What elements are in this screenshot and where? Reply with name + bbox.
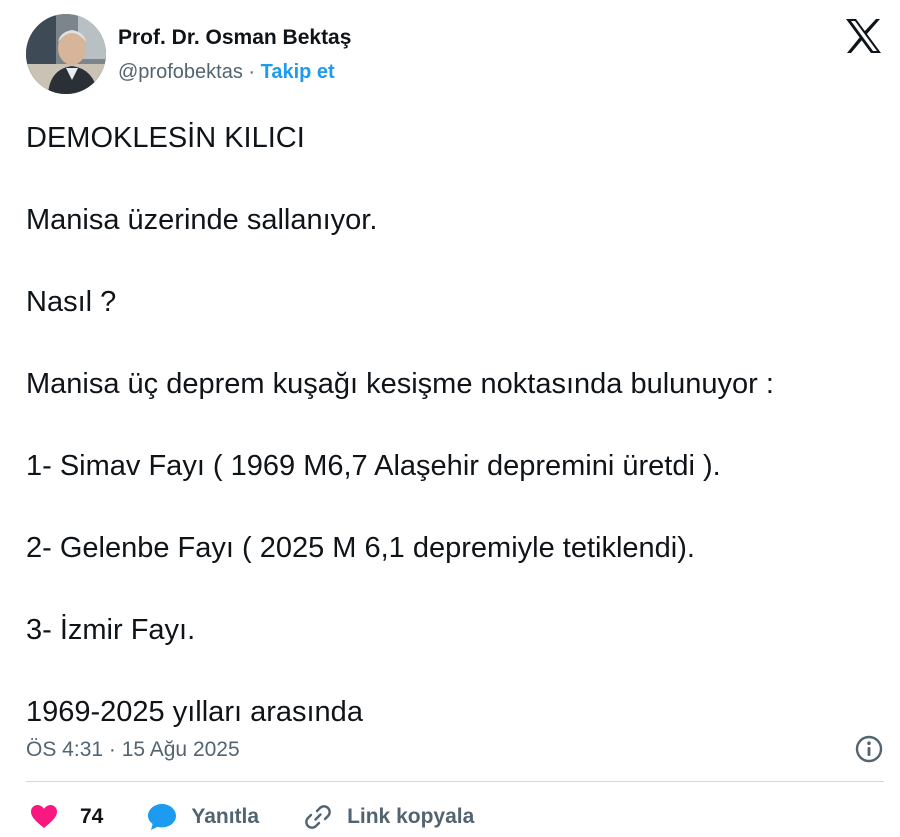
follow-button[interactable]: Takip et bbox=[261, 61, 335, 83]
avatar-photo bbox=[26, 14, 106, 94]
separator-dot: · bbox=[242, 61, 261, 83]
copy-link-button[interactable]: Link kopyala bbox=[303, 802, 474, 832]
avatar[interactable] bbox=[26, 14, 106, 94]
tweet-paragraph: Manisa üç deprem kuşağı kesişme noktasın… bbox=[26, 368, 774, 400]
divider bbox=[26, 781, 884, 782]
tweet-timestamp[interactable]: ÖS 4:31 · 15 Ağu 2025 bbox=[26, 736, 240, 764]
tweet-embed: Prof. Dr. Osman Bektaş @profobektas · Ta… bbox=[0, 0, 900, 837]
reply-button[interactable]: Yanıtla bbox=[147, 803, 259, 831]
heart-icon bbox=[31, 805, 57, 828]
reply-label: Yanıtla bbox=[191, 805, 260, 828]
copy-link-label: Link kopyala bbox=[347, 805, 475, 828]
tweet-paragraph: Manisa üzerinde sallanıyor. bbox=[26, 204, 378, 236]
author-handle[interactable]: @profobektas bbox=[118, 61, 243, 83]
x-logo-icon[interactable] bbox=[844, 18, 882, 54]
author-identity: Prof. Dr. Osman Bektaş @profobektas · Ta… bbox=[118, 24, 351, 86]
info-icon[interactable] bbox=[854, 734, 884, 764]
tweet-paragraph: 2- Gelenbe Fayı ( 2025 M 6,1 depremiyle … bbox=[26, 532, 695, 564]
like-button[interactable]: 74 bbox=[30, 804, 103, 830]
tweet-paragraph: 3- İzmir Fayı. bbox=[26, 614, 196, 646]
link-icon bbox=[305, 805, 331, 829]
tweet-paragraph: DEMOKLESİN KILICI bbox=[26, 122, 305, 154]
like-count: 74 bbox=[80, 805, 104, 828]
tweet-text: DEMOKLESİN KILICI Manisa üzerinde sallan… bbox=[26, 118, 886, 774]
tweet-paragraph: 1969-2025 yılları arasında bbox=[26, 696, 363, 728]
tweet-paragraph: 1- Simav Fayı ( 1969 M6,7 Alaşehir depre… bbox=[26, 450, 721, 482]
tweet-header: Prof. Dr. Osman Bektaş @profobektas · Ta… bbox=[26, 14, 351, 96]
reply-bubble-icon bbox=[148, 804, 177, 830]
author-name[interactable]: Prof. Dr. Osman Bektaş bbox=[118, 24, 351, 52]
action-bar: 74 Yanıtla Link kopyala bbox=[30, 800, 518, 834]
handle-row: @profobektas · Takip et bbox=[118, 58, 351, 86]
tweet-paragraph: Nasıl ? bbox=[26, 286, 117, 318]
